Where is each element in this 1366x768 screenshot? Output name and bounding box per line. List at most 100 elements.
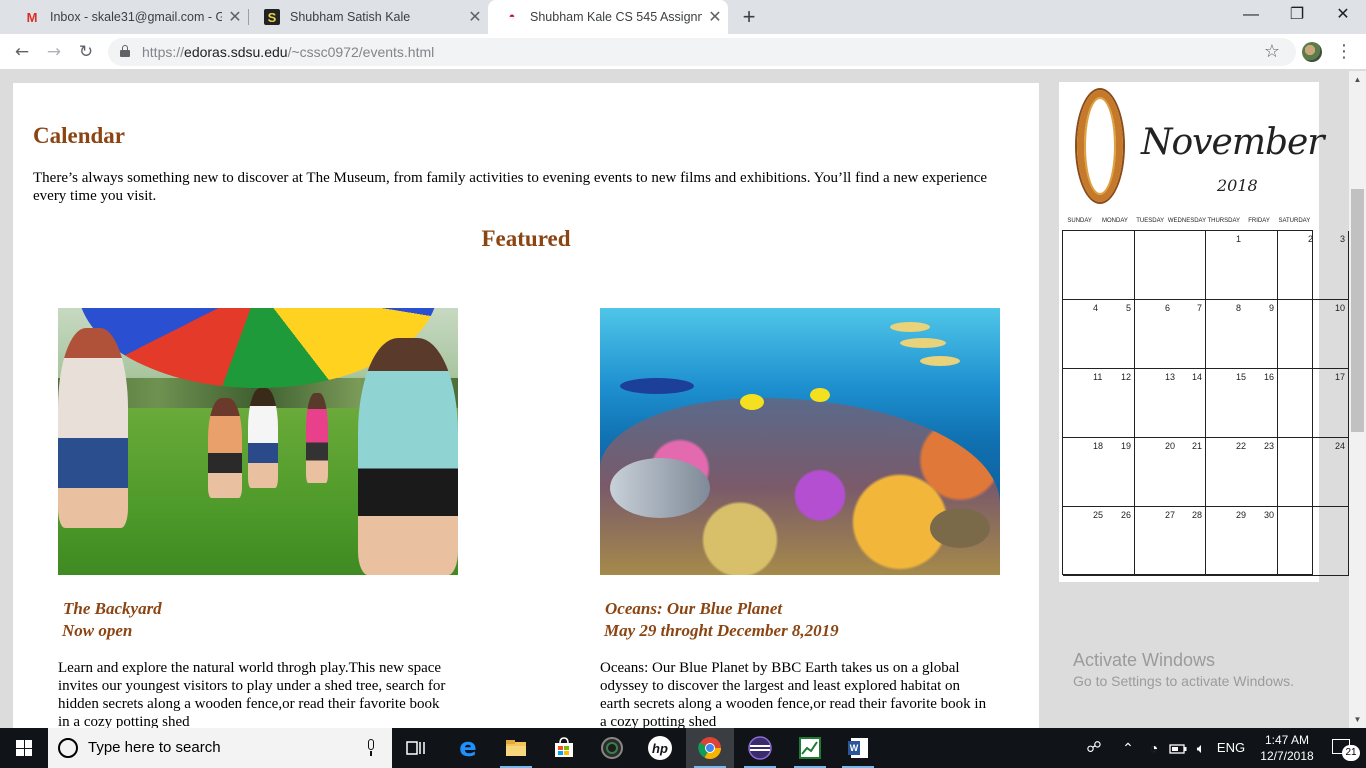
featured-heading: Featured — [481, 226, 571, 251]
calendar-cell: 24 — [1278, 438, 1349, 507]
url-prefix: https:// — [142, 44, 185, 60]
event-description: Learn and explore the natural world thro… — [58, 660, 446, 728]
task-view-icon[interactable] — [392, 728, 440, 768]
eclipse-icon[interactable] — [736, 728, 784, 768]
tab-personal-site[interactable]: S Shubham Satish Kale ✕ — [248, 0, 488, 34]
event-date: May 29 throght December 8,2019 — [604, 621, 839, 640]
tab-title: Shubham Satish Kale — [290, 10, 411, 24]
sdsu-favicon-icon: ◓ — [508, 11, 516, 23]
calendar-cell: 15 16 — [1206, 369, 1278, 438]
event-title: The Backyard — [63, 599, 162, 618]
calendar-day-number: 5 — [1125, 303, 1131, 313]
taskbar-search-box[interactable]: Type here to search — [48, 728, 392, 768]
calendar-cell: 23 — [1278, 231, 1349, 300]
event-card-backyard: The Backyard Now open Learn and explore … — [58, 308, 458, 728]
calendar-day-number: 12 — [1120, 372, 1131, 382]
reload-icon[interactable]: ↻ — [72, 38, 100, 66]
calendar-day-number: 13 — [1165, 372, 1176, 382]
weekday-label: SATURDAY — [1278, 218, 1311, 224]
weekday-label: WEDNESDAY — [1167, 218, 1207, 224]
calendar-day-number: 1 — [1236, 234, 1242, 244]
bookmark-star-icon[interactable]: ☆ — [1260, 38, 1284, 66]
start-button[interactable] — [0, 728, 48, 768]
calendar-cell: 17 — [1278, 369, 1349, 438]
notification-count-badge: 21 — [1342, 745, 1360, 761]
calendar-day-number: 4 — [1093, 303, 1099, 313]
lock-icon[interactable] — [120, 45, 130, 57]
calendar-cell: 89 — [1206, 300, 1278, 369]
scroll-up-arrow-icon[interactable]: ▲ — [1349, 71, 1366, 88]
calendar-cell: 11 12 — [1063, 369, 1135, 438]
restore-button[interactable]: ❐ — [1274, 0, 1320, 30]
calendar-cell: 27 28 — [1135, 507, 1206, 576]
hp-icon[interactable]: hp — [636, 728, 684, 768]
watermark-subtitle: Go to Settings to activate Windows. — [1073, 673, 1294, 689]
chrome-icon[interactable] — [686, 728, 734, 768]
calendar-cell: 13 14 — [1135, 369, 1206, 438]
battery-icon[interactable] — [1166, 728, 1190, 768]
calendar-cell — [1278, 507, 1349, 576]
webcam-app-icon[interactable] — [588, 728, 636, 768]
profile-avatar[interactable] — [1302, 42, 1322, 62]
language-indicator[interactable]: ENG — [1214, 728, 1248, 768]
file-explorer-icon[interactable] — [492, 728, 540, 768]
tab-assignment[interactable]: ◓ Shubham Kale CS 545 Assignmen ✕ — [488, 0, 728, 34]
tab-close-icon[interactable]: ✕ — [462, 7, 488, 27]
calendar-cell — [1135, 231, 1206, 300]
calendar-month: November — [1141, 122, 1325, 163]
intro-paragraph: There’s always something new to discover… — [33, 170, 988, 204]
main-content: Calendar There’s always something new to… — [13, 83, 1039, 728]
people-icon[interactable]: ☍ — [1080, 728, 1108, 768]
event-date: Now open — [62, 621, 133, 640]
calendar-day-number: 24 — [1334, 441, 1345, 451]
browser-tab-strip: M Inbox - skale31@gmail.com - Gm ✕ S Shu… — [0, 0, 1366, 34]
address-bar[interactable]: https://edoras.sdsu.edu/~cssc0972/events… — [108, 38, 1296, 66]
scroll-down-arrow-icon[interactable]: ▼ — [1349, 711, 1366, 728]
calendar-day-number: 10 — [1334, 303, 1345, 313]
action-center-icon[interactable]: 21 — [1322, 728, 1366, 768]
calendar-day-number: 3 — [1339, 234, 1345, 244]
microphone-icon[interactable] — [366, 739, 376, 756]
calendar-day-number: 17 — [1334, 372, 1345, 382]
new-tab-button[interactable]: + — [736, 4, 762, 30]
wifi-icon[interactable]: ◔ — [1142, 728, 1166, 768]
activate-windows-watermark: Activate Windows Go to Settings to activ… — [1073, 650, 1294, 689]
event-description: Oceans: Our Blue Planet by BBC Earth tak… — [600, 660, 987, 728]
calendar-day-number: 16 — [1263, 372, 1274, 382]
url-text[interactable]: https://edoras.sdsu.edu/~cssc0972/events… — [142, 38, 434, 66]
scroll-thumb[interactable] — [1351, 189, 1364, 432]
volume-icon[interactable]: 🔈︎ — [1190, 728, 1212, 768]
show-hidden-icons-chevron-icon[interactable]: ⌃ — [1116, 728, 1140, 768]
autumn-wreath-icon — [1077, 90, 1123, 202]
tab-close-icon[interactable]: ✕ — [702, 7, 728, 27]
tab-gmail[interactable]: M Inbox - skale31@gmail.com - Gm ✕ — [8, 0, 248, 34]
browser-menu-icon[interactable]: ⋮ — [1334, 38, 1354, 66]
calendar-cell: 29 30 — [1206, 507, 1278, 576]
search-placeholder: Type here to search — [88, 739, 221, 756]
tab-close-icon[interactable]: ✕ — [222, 7, 248, 27]
event-card-oceans: Oceans: Our Blue Planet May 29 throght D… — [600, 308, 1000, 728]
back-arrow-icon[interactable]: ← — [8, 38, 36, 66]
calendar-day-number: 14 — [1191, 372, 1202, 382]
backyard-photo — [58, 308, 458, 575]
excel-like-icon[interactable] — [786, 728, 834, 768]
calendar-cell: 22 23 — [1206, 438, 1278, 507]
calendar-day-number: 2 — [1308, 234, 1314, 244]
calendar-day-number: 25 — [1093, 510, 1104, 520]
s-favicon-icon: S — [264, 9, 280, 25]
svg-text:W: W — [850, 743, 859, 753]
store-icon[interactable] — [540, 728, 588, 768]
gmail-icon: M — [26, 9, 38, 25]
edge-icon[interactable]: e — [444, 728, 492, 768]
page-viewport: Calendar There’s always something new to… — [0, 71, 1349, 728]
close-window-button[interactable]: ✕ — [1320, 0, 1366, 30]
minimize-button[interactable]: — — [1228, 0, 1274, 30]
calendar-day-number: 29 — [1236, 510, 1247, 520]
calendar-day-number: 26 — [1120, 510, 1131, 520]
page-scrollbar[interactable]: ▲ ▼ — [1349, 71, 1366, 728]
forward-arrow-icon[interactable]: → — [40, 38, 68, 66]
word-icon[interactable]: W — [834, 728, 882, 768]
calendar-day-number: 21 — [1191, 441, 1202, 451]
ocean-reef-photo — [600, 308, 1000, 575]
system-clock[interactable]: 1:47 AM 12/7/2018 — [1252, 732, 1322, 764]
